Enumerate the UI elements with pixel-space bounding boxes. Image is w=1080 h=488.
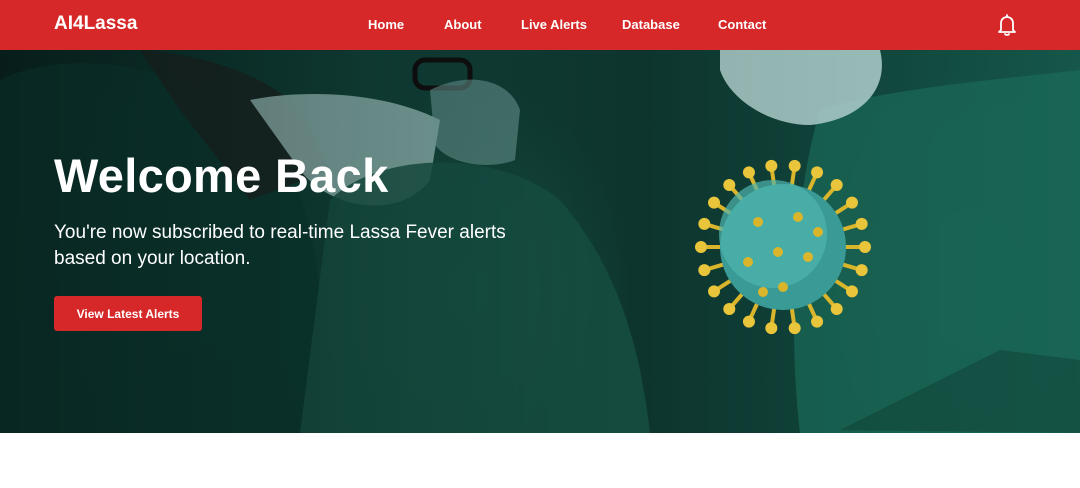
hero-section: Welcome Back You're now subscribed to re…	[0, 50, 1080, 433]
nav-database[interactable]: Database	[622, 17, 680, 32]
hero-title: Welcome Back	[54, 149, 389, 202]
nav-home[interactable]: Home	[368, 17, 404, 32]
bell-icon[interactable]	[995, 13, 1019, 37]
main-nav: Home About Live Alerts Database Contact	[0, 0, 1080, 50]
virus-illustration	[695, 159, 871, 335]
nav-about[interactable]: About	[444, 17, 482, 32]
top-navbar: AI4Lassa Home About Live Alerts Database…	[0, 0, 1080, 50]
hero-subtitle: You're now subscribed to real-time Lassa…	[54, 222, 506, 269]
nav-live-alerts[interactable]: Live Alerts	[521, 17, 587, 32]
nav-contact[interactable]: Contact	[718, 17, 766, 32]
view-latest-alerts-button[interactable]: View Latest Alerts	[54, 296, 202, 331]
